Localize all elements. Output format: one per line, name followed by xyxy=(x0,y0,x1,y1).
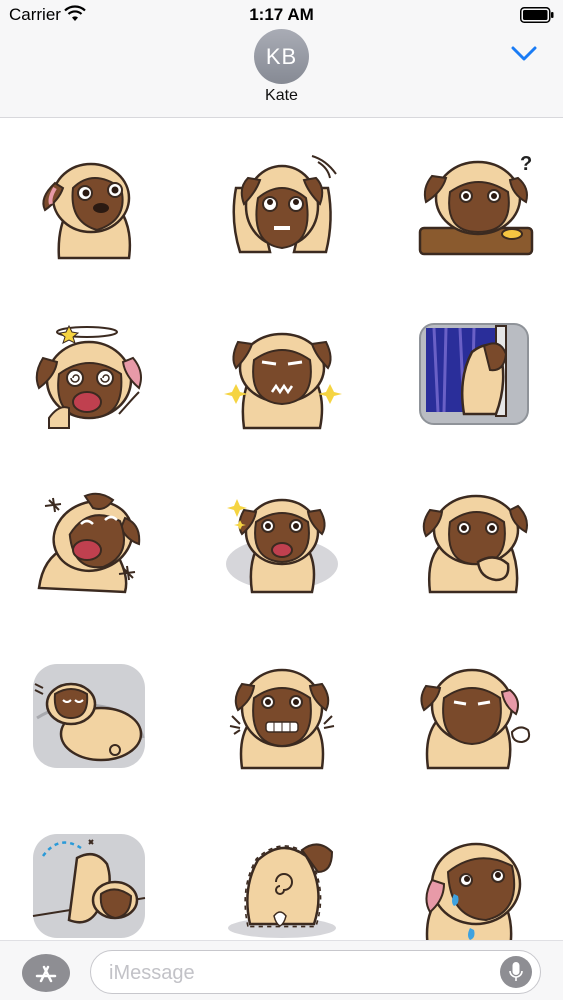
pug-laughing-sticker-icon xyxy=(37,492,141,594)
pug-sitting-happy-sticker-icon xyxy=(226,498,338,594)
app-store-icon xyxy=(35,965,57,983)
pug-confused-table-sticker-icon: ? xyxy=(418,153,534,256)
sticker-item[interactable] xyxy=(29,148,149,268)
contact-name[interactable]: Kate xyxy=(0,87,563,105)
sticker-item[interactable] xyxy=(222,318,342,438)
pug-tail-sticker-icon xyxy=(228,843,336,938)
status-bar: Carrier 1:17 AM xyxy=(0,0,563,30)
pug-shocked-hands-sticker-icon xyxy=(232,155,337,254)
pug-nervous-sticker-icon xyxy=(229,668,335,770)
sticker-item[interactable] xyxy=(222,488,342,608)
sticker-item[interactable] xyxy=(29,828,149,940)
sticker-item[interactable] xyxy=(414,488,534,608)
pug-thinking-sticker-icon xyxy=(422,494,528,594)
sticker-item[interactable]: ? xyxy=(414,148,534,268)
sticker-item[interactable] xyxy=(414,828,534,940)
sticker-item[interactable] xyxy=(29,658,149,778)
sticker-grid: ? xyxy=(0,118,563,940)
sticker-item[interactable] xyxy=(29,488,149,608)
message-input[interactable]: iMessage xyxy=(90,950,541,994)
sticker-item[interactable] xyxy=(222,148,342,268)
pug-window-night-sticker-icon xyxy=(419,323,529,425)
status-time: 1:17 AM xyxy=(249,5,314,24)
message-placeholder: iMessage xyxy=(109,962,195,984)
sticker-item[interactable] xyxy=(222,828,342,940)
message-input-bar: iMessage xyxy=(0,940,563,1000)
contact-avatar[interactable]: KB xyxy=(254,29,309,84)
sticker-item[interactable] xyxy=(414,658,534,778)
sticker-item[interactable] xyxy=(29,318,149,438)
pug-sleeping-sticker-icon xyxy=(33,664,145,768)
conversation-header: Carrier 1:17 AM KB Kate xyxy=(0,0,563,118)
pug-sighing-sticker-icon xyxy=(420,668,531,770)
sticker-item[interactable] xyxy=(222,658,342,778)
microphone-icon xyxy=(509,962,523,981)
sticker-item[interactable] xyxy=(414,318,534,438)
question-mark-label: ? xyxy=(520,153,532,175)
chevron-down-icon[interactable] xyxy=(511,46,537,62)
microphone-button[interactable] xyxy=(500,956,532,988)
pug-dizzy-sticker-icon xyxy=(35,324,142,429)
app-store-button[interactable] xyxy=(22,954,70,992)
pug-grumpy-sparkle-sticker-icon xyxy=(224,332,342,430)
pug-head-tilt-sticker-icon xyxy=(42,162,132,260)
pug-sweating-sticker-icon xyxy=(425,842,522,940)
pug-peeing-sticker-icon xyxy=(32,834,146,938)
battery-icon xyxy=(520,7,554,23)
